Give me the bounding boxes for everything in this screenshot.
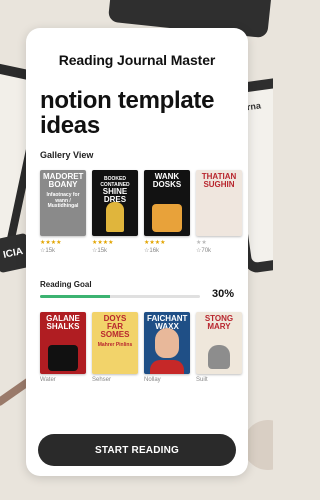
book-illustration [106, 202, 124, 233]
book-row-item[interactable]: DOYS FAR SOMES Mahrer Pinlins Sehser [92, 312, 138, 383]
rating-count: ☆16k [144, 248, 160, 255]
book-title: WANK DOSKS [152, 172, 182, 190]
book-title: STONG MARY [204, 314, 234, 332]
headline: notion template ideas [40, 87, 215, 140]
book-row-item[interactable]: STONG MARY Suilt [196, 312, 242, 383]
book-subtitle: Infaotnacy for wann / Mustidhingal [46, 192, 80, 210]
book-cover[interactable]: MADORET BOANY Infaotnacy for wann / Must… [40, 170, 86, 237]
reading-goal-label: Reading Goal [40, 280, 92, 290]
gallery-view-label: Gallery View [40, 150, 94, 161]
gallery-book[interactable]: BOOKED CONTAINED SHINE DRES ★★★★ ☆15k [92, 170, 138, 254]
gallery-book[interactable]: THATIAN SUGHIN ★★ ☆70k [196, 170, 242, 254]
book-cover[interactable]: THATIAN SUGHIN [196, 170, 242, 237]
reading-goal-percent: 30% [211, 288, 234, 301]
reading-goal: Reading Goal 30% [40, 278, 234, 300]
book-title: MADORET BOANY [43, 172, 84, 190]
gallery-book[interactable]: MADORET BOANY Infaotnacy for wann / Must… [40, 170, 86, 254]
book-cover[interactable]: BOOKED CONTAINED SHINE DRES [92, 170, 138, 237]
rating-stars: ★★ [196, 240, 207, 247]
book-cover[interactable]: FAICHANT WAXX [144, 312, 190, 375]
reading-goal-progress-fill [40, 295, 111, 299]
app-title: Reading Journal Master [58, 52, 216, 68]
book-title: DOYS FAR SOMES [100, 314, 130, 340]
book-row-item[interactable]: FAICHANT WAXX Nollay [144, 312, 190, 383]
book-illustration [208, 345, 230, 370]
book-row-item[interactable]: GALANE SHALKS Water [40, 312, 86, 383]
rating-stars: ★★★★ [144, 240, 166, 247]
book-cover[interactable]: DOYS FAR SOMES Mahrer Pinlins [92, 312, 138, 375]
reading-goal-progress-bar [40, 295, 200, 299]
book-subtitle: Mahrer Pinlins [97, 342, 133, 349]
book-cover[interactable]: GALANE SHALKS [40, 312, 86, 375]
book-title: GALANE SHALKS [46, 314, 80, 332]
book-caption: Nollay [144, 377, 161, 384]
app-card: Reading Journal Master notion template i… [26, 28, 248, 476]
gallery-book[interactable]: WANK DOSKS ★★★★ ☆16k [144, 170, 190, 254]
book-row: GALANE SHALKS Water DOYS FAR SOMES Mahre… [40, 312, 242, 383]
background-left-label-text: ICIA [2, 245, 24, 261]
reading-goal-left: Reading Goal [40, 280, 212, 299]
start-reading-button[interactable]: START READING [38, 434, 236, 466]
book-cover[interactable]: STONG MARY [196, 312, 242, 375]
rating-count: ☆15k [92, 248, 108, 255]
gallery: MADORET BOANY Infaotnacy for wann / Must… [40, 170, 242, 254]
book-caption: Water [40, 377, 56, 384]
book-illustration [152, 204, 182, 233]
rating-stars: ★★★★ [40, 240, 62, 247]
portrait-face [155, 328, 179, 359]
portrait-dress [150, 360, 184, 375]
book-caption: Suilt [196, 377, 208, 384]
rating-count: ☆70k [196, 248, 212, 255]
book-illustration [48, 345, 78, 372]
rating-stars: ★★★★ [92, 240, 114, 247]
book-cover[interactable]: WANK DOSKS [144, 170, 190, 237]
book-caption: Sehser [92, 377, 112, 384]
rating-count: ☆15k [40, 248, 56, 255]
book-title: THATIAN SUGHIN [201, 172, 237, 190]
